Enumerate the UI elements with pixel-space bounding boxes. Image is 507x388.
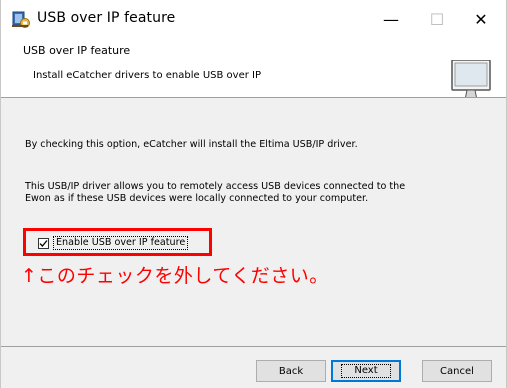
- back-button[interactable]: Back: [256, 360, 326, 382]
- installer-app-icon: [11, 9, 31, 29]
- wizard-header: USB over IP feature Install eCatcher dri…: [1, 38, 506, 113]
- cancel-button[interactable]: Cancel: [422, 360, 492, 382]
- header-title: USB over IP feature: [23, 44, 131, 57]
- enable-usb-over-ip-checkbox[interactable]: [38, 237, 49, 249]
- minimize-icon: —: [383, 9, 399, 29]
- installer-window: USB over IP feature — ☐ ✕ USB over IP fe…: [0, 0, 507, 388]
- next-button-label: Next: [341, 364, 391, 378]
- description-paragraph-2: This USB/IP driver allows you to remotel…: [25, 181, 495, 205]
- enable-usb-over-ip-checkbox-row[interactable]: Enable USB over IP feature: [38, 236, 189, 250]
- wizard-footer: Back Next Cancel: [1, 347, 506, 388]
- header-subtitle: Install eCatcher drivers to enable USB o…: [33, 70, 262, 81]
- title-bar[interactable]: USB over IP feature — ☐ ✕: [1, 0, 506, 38]
- maximize-icon: ☐: [429, 9, 445, 29]
- cancel-button-label: Cancel: [440, 365, 474, 377]
- close-button[interactable]: ✕: [459, 0, 503, 38]
- close-icon: ✕: [474, 9, 488, 29]
- next-button[interactable]: Next: [331, 360, 401, 382]
- back-button-label: Back: [278, 365, 304, 377]
- annotation-note: ↑このチェックを外してください。: [21, 265, 329, 287]
- window-title: USB over IP feature: [37, 10, 176, 26]
- description-paragraph-2-line-2: Ewon as if these USB devices were locall…: [25, 193, 369, 204]
- checkmark-icon: [39, 239, 48, 247]
- maximize-button[interactable]: ☐: [415, 0, 459, 38]
- description-paragraph-1: By checking this option, eCatcher will i…: [25, 139, 358, 150]
- description-paragraph-2-line-1: This USB/IP driver allows you to remotel…: [25, 181, 406, 192]
- wizard-content: By checking this option, eCatcher will i…: [1, 98, 506, 346]
- minimize-button[interactable]: —: [369, 0, 413, 38]
- enable-usb-over-ip-label[interactable]: Enable USB over IP feature: [53, 236, 189, 250]
